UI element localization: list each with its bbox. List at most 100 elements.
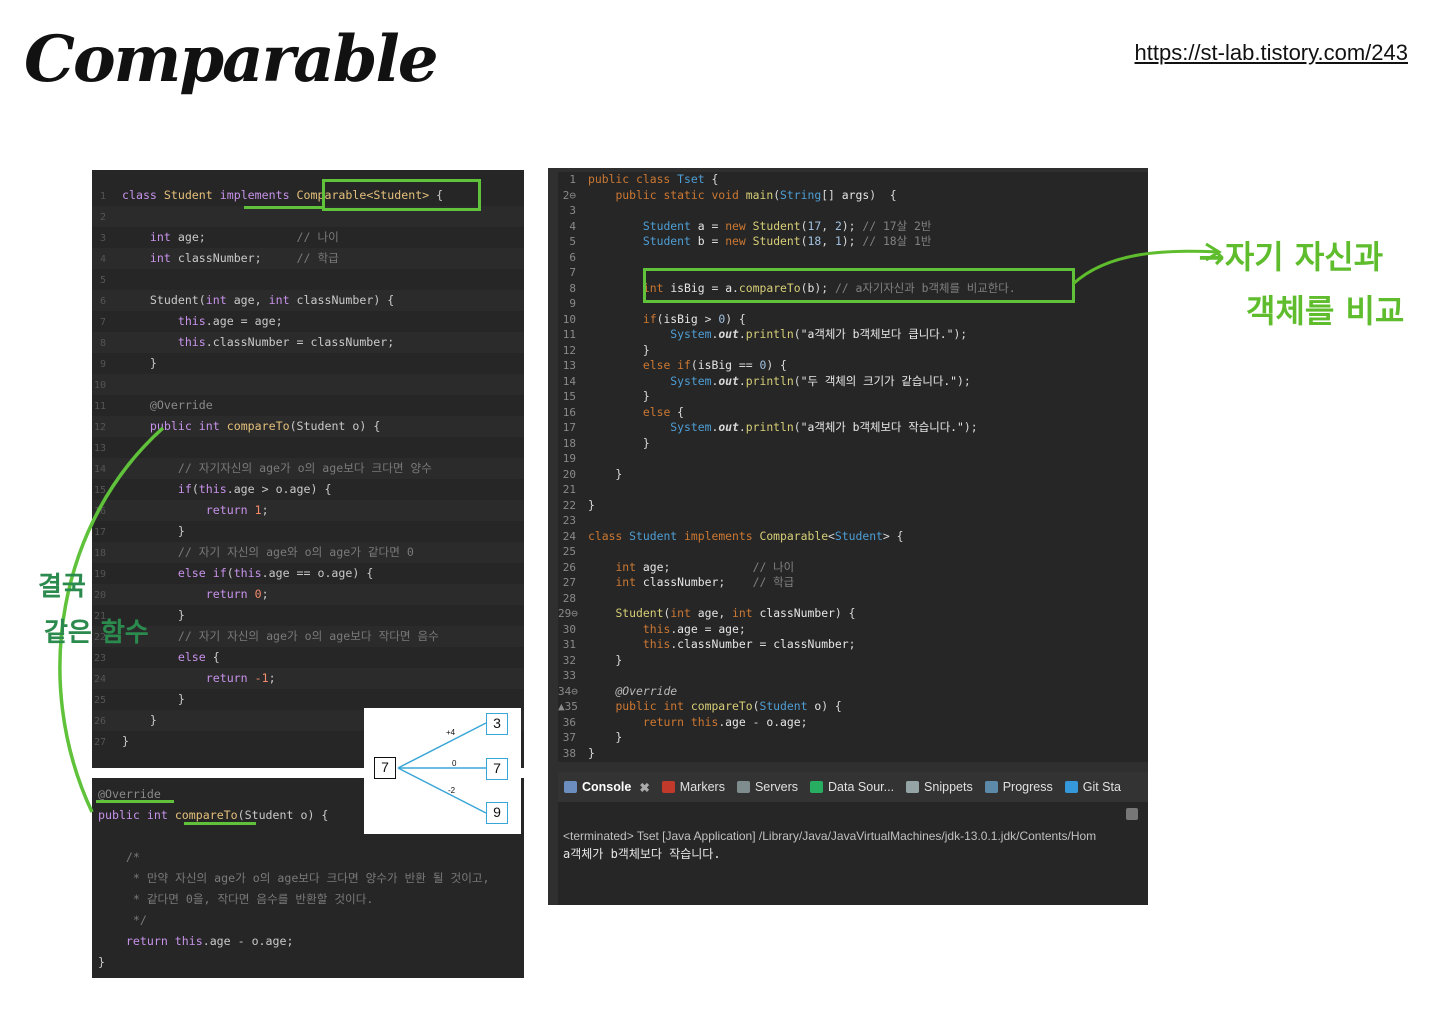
- diagram-diff-label: 0: [452, 759, 457, 768]
- code-line: 3 int age; // 나이: [99, 230, 339, 244]
- code-line: 21 }: [93, 608, 185, 622]
- servers-icon: [736, 781, 750, 793]
- java-code-editor[interactable]: 1 public class Tset { 2⊖ public static vo…: [558, 172, 1148, 762]
- code-line: 14 // 자기자신의 age가 o의 age보다 크다면 양수: [92, 458, 524, 479]
- tab-label: Markers: [679, 780, 725, 794]
- editor-line: 24 class Student implements Comparable<St…: [562, 528, 904, 543]
- student-class-code-panel: 1 class Student implements Comparable<Stu…: [92, 170, 524, 768]
- implements-underline: [244, 206, 322, 209]
- slide-title: Comparable: [24, 22, 439, 97]
- editor-line: 5 Student b = new Student(18, 1); // 18살…: [569, 234, 932, 248]
- code-line: 23 else {: [93, 650, 220, 664]
- stop-icon[interactable]: [1126, 808, 1138, 820]
- tab-servers[interactable]: Servers: [731, 780, 804, 794]
- code-line: 8 this.classNumber = classNumber;: [92, 332, 524, 353]
- code-line: 15 if(this.age > o.age) {: [93, 482, 332, 496]
- comparison-diagram: 7 3 7 9 +4 0 -2: [364, 708, 521, 834]
- close-icon[interactable]: ✖: [639, 780, 649, 795]
- editor-line: 10 if(isBig > 0) {: [562, 311, 746, 326]
- comparable-highlight-box: [322, 179, 481, 211]
- code-line: 16 return 1;: [92, 500, 524, 521]
- code-lines: 1 class Student implements Comparable<Stu…: [92, 170, 524, 752]
- annotation-same-function-line1: 결국: [38, 572, 86, 602]
- editor-line: 18 }: [562, 435, 650, 450]
- code-line: 10: [92, 374, 524, 395]
- editor-line: ▲35 public int compareTo(Student o) {: [558, 699, 842, 713]
- editor-line: 38}: [562, 745, 595, 760]
- console-terminated-line: <terminated> Tset [Java Application] /Li…: [563, 829, 1097, 843]
- code-line: 4 int classNumber; // 학급: [92, 248, 524, 269]
- code-line: /*: [125, 850, 140, 864]
- annotation-self-compare-line1: →자기 자신과: [1198, 238, 1384, 276]
- diagram-target-node: 9: [486, 802, 508, 824]
- tab-label: Git Sta: [1082, 780, 1121, 794]
- editor-line: 1 public class Tset {: [569, 172, 719, 186]
- tab-data-source[interactable]: Data Sour...: [804, 780, 900, 794]
- code-line: */: [132, 913, 147, 927]
- editor-line: 31 this.classNumber = classNumber;: [562, 637, 856, 651]
- editor-line: 4 Student a = new Student(17, 2); // 17살…: [569, 218, 932, 233]
- editor-line: 17 System.out.println("a객체가 b객체보다 작습니다."…: [562, 420, 978, 434]
- editor-line: 12 }: [562, 342, 650, 357]
- editor-line: 34⊖ @Override: [558, 683, 678, 698]
- tab-markers[interactable]: Markers: [656, 780, 731, 794]
- source-url[interactable]: https://st-lab.tistory.com/243: [1135, 40, 1408, 66]
- code-line: * 만약 자신의 age가 o의 age보다 크다면 양수가 반환 될 것이고,: [132, 871, 490, 885]
- editor-line: 16 else {: [562, 404, 685, 419]
- annotation-same-function-line2: 같은 함수: [44, 618, 149, 648]
- code-line: 6 Student(int age, int classNumber) {: [92, 290, 524, 311]
- editor-line: 15 }: [562, 389, 650, 403]
- editor-line: 36 return this.age - o.age;: [562, 714, 808, 729]
- console-icon: [564, 781, 577, 793]
- editor-line: 11 System.out.println("a객체가 b객체보다 큽니다.")…: [562, 327, 968, 341]
- git-staging-icon: [1064, 781, 1078, 793]
- code-line: return this.age - o.age;: [125, 934, 294, 948]
- tab-label: Servers: [754, 780, 799, 794]
- code-line: 7 this.age = age;: [99, 314, 283, 328]
- editor-line: 29⊖ Student(int age, int classNumber) {: [558, 606, 856, 620]
- diagram-source-node: 7: [374, 757, 396, 779]
- code-line: 13: [93, 443, 106, 454]
- editor-line: 6: [569, 250, 576, 264]
- editor-line: 23: [562, 514, 576, 527]
- editor-line: 19: [562, 452, 576, 465]
- tab-label: Snippets: [924, 780, 973, 794]
- tab-console[interactable]: Console ✖: [558, 780, 656, 795]
- compareto-call-highlight-box: [643, 268, 1075, 303]
- editor-line: 2⊖ public static void main(String[] args…: [562, 187, 897, 202]
- data-source-icon: [810, 781, 824, 793]
- code-line: 20 return 0;: [92, 584, 524, 605]
- tab-git-staging[interactable]: Git Sta: [1059, 780, 1127, 794]
- markers-icon: [661, 781, 675, 793]
- diagram-diff-label: +4: [446, 728, 456, 737]
- tab-label: Progress: [1002, 780, 1053, 794]
- editor-line: 25: [562, 545, 576, 558]
- tab-progress[interactable]: Progress: [979, 780, 1059, 794]
- code-line: 24 return -1;: [92, 668, 524, 689]
- editor-line: 20 }: [562, 466, 623, 481]
- console-output-area[interactable]: <terminated> Tset [Java Application] /Li…: [558, 802, 1148, 905]
- tab-label: Console: [582, 780, 632, 794]
- editor-line: 32 }: [562, 652, 623, 667]
- code-line: 9 }: [99, 356, 157, 370]
- diagram-target-node: 3: [486, 713, 508, 735]
- compareto-underline: [184, 822, 256, 825]
- code-line: 25 }: [93, 692, 185, 706]
- editor-line: 27 int classNumber; // 학급: [562, 575, 795, 589]
- annotation-self-compare-line2: 객체를 비교: [1246, 292, 1405, 330]
- code-line: 5: [99, 275, 106, 286]
- console-tab-bar: Console ✖ Markers Servers Data Sour... Sn…: [558, 772, 1148, 802]
- snippets-icon: [906, 781, 920, 793]
- editor-line: 37 }: [562, 730, 623, 744]
- code-line: 19 else if(this.age == o.age) {: [93, 566, 374, 580]
- tab-snippets[interactable]: Snippets: [900, 780, 979, 794]
- code-line: 12 public int compareTo(Student o) {: [92, 416, 524, 437]
- code-line: * 같다면 0을, 작다면 음수를 반환할 것이다.: [132, 892, 374, 906]
- editor-line: 26 int age; // 나이: [562, 559, 795, 574]
- editor-line: 13 else if(isBig == 0) {: [562, 358, 787, 372]
- tab-label: Data Sour...: [828, 780, 895, 794]
- editor-line: 14 System.out.println("두 객체의 크기가 같습니다.")…: [562, 373, 971, 388]
- editor-line: 3: [569, 204, 576, 217]
- code-line: 22 // 자기 자신의 age가 o의 age보다 작다면 음수: [92, 626, 524, 647]
- code-line: 11 @Override: [93, 398, 213, 412]
